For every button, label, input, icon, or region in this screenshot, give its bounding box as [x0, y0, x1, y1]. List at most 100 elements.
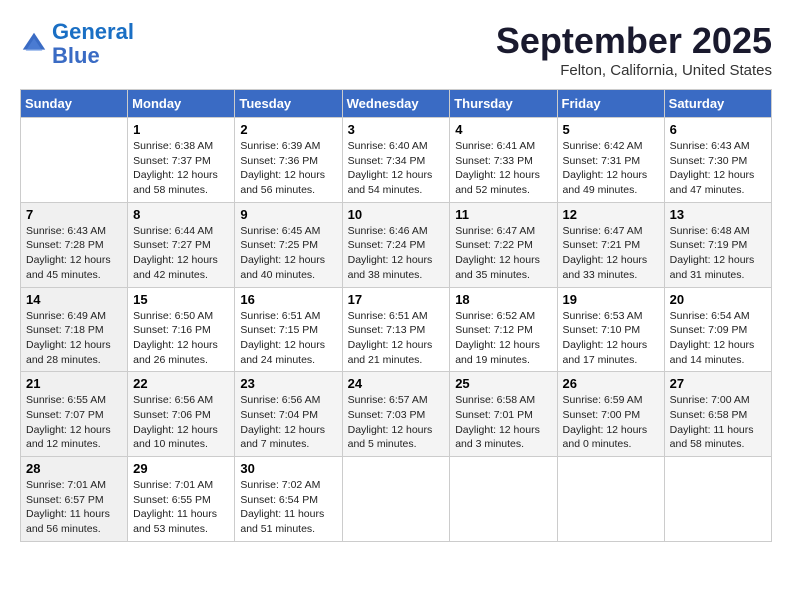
day-info: Sunrise: 6:54 AMSunset: 7:09 PMDaylight:… — [670, 309, 766, 368]
logo-text: General Blue — [52, 20, 134, 68]
calendar-cell: 28 Sunrise: 7:01 AMSunset: 6:57 PMDaylig… — [21, 457, 128, 542]
day-number: 1 — [133, 122, 229, 137]
day-info: Sunrise: 6:44 AMSunset: 7:27 PMDaylight:… — [133, 224, 229, 283]
day-info: Sunrise: 6:57 AMSunset: 7:03 PMDaylight:… — [348, 393, 445, 452]
day-number: 29 — [133, 461, 229, 476]
weekday-monday: Monday — [128, 90, 235, 118]
location: Felton, California, United States — [496, 62, 772, 79]
calendar-cell: 25 Sunrise: 6:58 AMSunset: 7:01 PMDaylig… — [450, 372, 557, 457]
day-number: 28 — [26, 461, 122, 476]
day-info: Sunrise: 6:39 AMSunset: 7:36 PMDaylight:… — [240, 139, 336, 198]
day-number: 16 — [240, 292, 336, 307]
calendar-cell: 8 Sunrise: 6:44 AMSunset: 7:27 PMDayligh… — [128, 202, 235, 287]
day-number: 25 — [455, 376, 551, 391]
day-number: 30 — [240, 461, 336, 476]
day-number: 6 — [670, 122, 766, 137]
month-title: September 2025 — [496, 20, 772, 62]
day-number: 26 — [563, 376, 659, 391]
day-number: 27 — [670, 376, 766, 391]
day-info: Sunrise: 7:01 AMSunset: 6:57 PMDaylight:… — [26, 478, 122, 537]
calendar-cell: 24 Sunrise: 6:57 AMSunset: 7:03 PMDaylig… — [342, 372, 450, 457]
logo-line2: Blue — [52, 43, 100, 68]
day-info: Sunrise: 6:50 AMSunset: 7:16 PMDaylight:… — [133, 309, 229, 368]
calendar-cell: 13 Sunrise: 6:48 AMSunset: 7:19 PMDaylig… — [664, 202, 771, 287]
day-info: Sunrise: 6:43 AMSunset: 7:30 PMDaylight:… — [670, 139, 766, 198]
logo-icon — [20, 30, 48, 58]
week-row-4: 28 Sunrise: 7:01 AMSunset: 6:57 PMDaylig… — [21, 457, 772, 542]
calendar-cell: 4 Sunrise: 6:41 AMSunset: 7:33 PMDayligh… — [450, 118, 557, 203]
day-info: Sunrise: 6:42 AMSunset: 7:31 PMDaylight:… — [563, 139, 659, 198]
calendar-cell: 1 Sunrise: 6:38 AMSunset: 7:37 PMDayligh… — [128, 118, 235, 203]
week-row-3: 21 Sunrise: 6:55 AMSunset: 7:07 PMDaylig… — [21, 372, 772, 457]
calendar-cell — [664, 457, 771, 542]
day-info: Sunrise: 7:00 AMSunset: 6:58 PMDaylight:… — [670, 393, 766, 452]
weekday-saturday: Saturday — [664, 90, 771, 118]
calendar-cell: 18 Sunrise: 6:52 AMSunset: 7:12 PMDaylig… — [450, 287, 557, 372]
day-number: 23 — [240, 376, 336, 391]
day-number: 15 — [133, 292, 229, 307]
calendar-cell: 6 Sunrise: 6:43 AMSunset: 7:30 PMDayligh… — [664, 118, 771, 203]
calendar-cell: 3 Sunrise: 6:40 AMSunset: 7:34 PMDayligh… — [342, 118, 450, 203]
day-info: Sunrise: 6:55 AMSunset: 7:07 PMDaylight:… — [26, 393, 122, 452]
calendar-cell: 26 Sunrise: 6:59 AMSunset: 7:00 PMDaylig… — [557, 372, 664, 457]
day-number: 17 — [348, 292, 445, 307]
calendar-table: SundayMondayTuesdayWednesdayThursdayFrid… — [20, 89, 772, 542]
day-info: Sunrise: 6:56 AMSunset: 7:04 PMDaylight:… — [240, 393, 336, 452]
day-info: Sunrise: 6:47 AMSunset: 7:21 PMDaylight:… — [563, 224, 659, 283]
day-number: 10 — [348, 207, 445, 222]
week-row-0: 1 Sunrise: 6:38 AMSunset: 7:37 PMDayligh… — [21, 118, 772, 203]
day-info: Sunrise: 7:02 AMSunset: 6:54 PMDaylight:… — [240, 478, 336, 537]
weekday-friday: Friday — [557, 90, 664, 118]
day-number: 2 — [240, 122, 336, 137]
day-number: 14 — [26, 292, 122, 307]
weekday-wednesday: Wednesday — [342, 90, 450, 118]
day-info: Sunrise: 6:49 AMSunset: 7:18 PMDaylight:… — [26, 309, 122, 368]
calendar-cell: 5 Sunrise: 6:42 AMSunset: 7:31 PMDayligh… — [557, 118, 664, 203]
week-row-2: 14 Sunrise: 6:49 AMSunset: 7:18 PMDaylig… — [21, 287, 772, 372]
calendar-cell: 22 Sunrise: 6:56 AMSunset: 7:06 PMDaylig… — [128, 372, 235, 457]
calendar-cell: 17 Sunrise: 6:51 AMSunset: 7:13 PMDaylig… — [342, 287, 450, 372]
calendar-cell — [450, 457, 557, 542]
calendar-cell: 11 Sunrise: 6:47 AMSunset: 7:22 PMDaylig… — [450, 202, 557, 287]
day-info: Sunrise: 6:38 AMSunset: 7:37 PMDaylight:… — [133, 139, 229, 198]
day-number: 4 — [455, 122, 551, 137]
day-info: Sunrise: 6:51 AMSunset: 7:15 PMDaylight:… — [240, 309, 336, 368]
day-info: Sunrise: 6:41 AMSunset: 7:33 PMDaylight:… — [455, 139, 551, 198]
weekday-sunday: Sunday — [21, 90, 128, 118]
day-number: 7 — [26, 207, 122, 222]
day-info: Sunrise: 6:46 AMSunset: 7:24 PMDaylight:… — [348, 224, 445, 283]
day-number: 9 — [240, 207, 336, 222]
calendar-cell — [557, 457, 664, 542]
logo: General Blue — [20, 20, 134, 68]
day-number: 18 — [455, 292, 551, 307]
day-info: Sunrise: 6:56 AMSunset: 7:06 PMDaylight:… — [133, 393, 229, 452]
calendar-cell: 19 Sunrise: 6:53 AMSunset: 7:10 PMDaylig… — [557, 287, 664, 372]
calendar-cell: 7 Sunrise: 6:43 AMSunset: 7:28 PMDayligh… — [21, 202, 128, 287]
day-info: Sunrise: 6:51 AMSunset: 7:13 PMDaylight:… — [348, 309, 445, 368]
calendar-cell: 15 Sunrise: 6:50 AMSunset: 7:16 PMDaylig… — [128, 287, 235, 372]
page-header: General Blue September 2025 Felton, Cali… — [20, 20, 772, 79]
day-info: Sunrise: 6:52 AMSunset: 7:12 PMDaylight:… — [455, 309, 551, 368]
day-info: Sunrise: 6:47 AMSunset: 7:22 PMDaylight:… — [455, 224, 551, 283]
day-info: Sunrise: 6:58 AMSunset: 7:01 PMDaylight:… — [455, 393, 551, 452]
day-info: Sunrise: 6:43 AMSunset: 7:28 PMDaylight:… — [26, 224, 122, 283]
day-number: 22 — [133, 376, 229, 391]
day-number: 20 — [670, 292, 766, 307]
calendar-cell: 30 Sunrise: 7:02 AMSunset: 6:54 PMDaylig… — [235, 457, 342, 542]
weekday-header-row: SundayMondayTuesdayWednesdayThursdayFrid… — [21, 90, 772, 118]
calendar-cell: 23 Sunrise: 6:56 AMSunset: 7:04 PMDaylig… — [235, 372, 342, 457]
day-number: 12 — [563, 207, 659, 222]
calendar-cell: 14 Sunrise: 6:49 AMSunset: 7:18 PMDaylig… — [21, 287, 128, 372]
title-block: September 2025 Felton, California, Unite… — [496, 20, 772, 79]
day-number: 21 — [26, 376, 122, 391]
calendar-cell: 27 Sunrise: 7:00 AMSunset: 6:58 PMDaylig… — [664, 372, 771, 457]
calendar-cell — [342, 457, 450, 542]
calendar-cell: 29 Sunrise: 7:01 AMSunset: 6:55 PMDaylig… — [128, 457, 235, 542]
calendar-cell: 21 Sunrise: 6:55 AMSunset: 7:07 PMDaylig… — [21, 372, 128, 457]
calendar-cell: 10 Sunrise: 6:46 AMSunset: 7:24 PMDaylig… — [342, 202, 450, 287]
calendar-cell: 2 Sunrise: 6:39 AMSunset: 7:36 PMDayligh… — [235, 118, 342, 203]
day-info: Sunrise: 6:53 AMSunset: 7:10 PMDaylight:… — [563, 309, 659, 368]
calendar-body: 1 Sunrise: 6:38 AMSunset: 7:37 PMDayligh… — [21, 118, 772, 542]
day-info: Sunrise: 7:01 AMSunset: 6:55 PMDaylight:… — [133, 478, 229, 537]
weekday-tuesday: Tuesday — [235, 90, 342, 118]
